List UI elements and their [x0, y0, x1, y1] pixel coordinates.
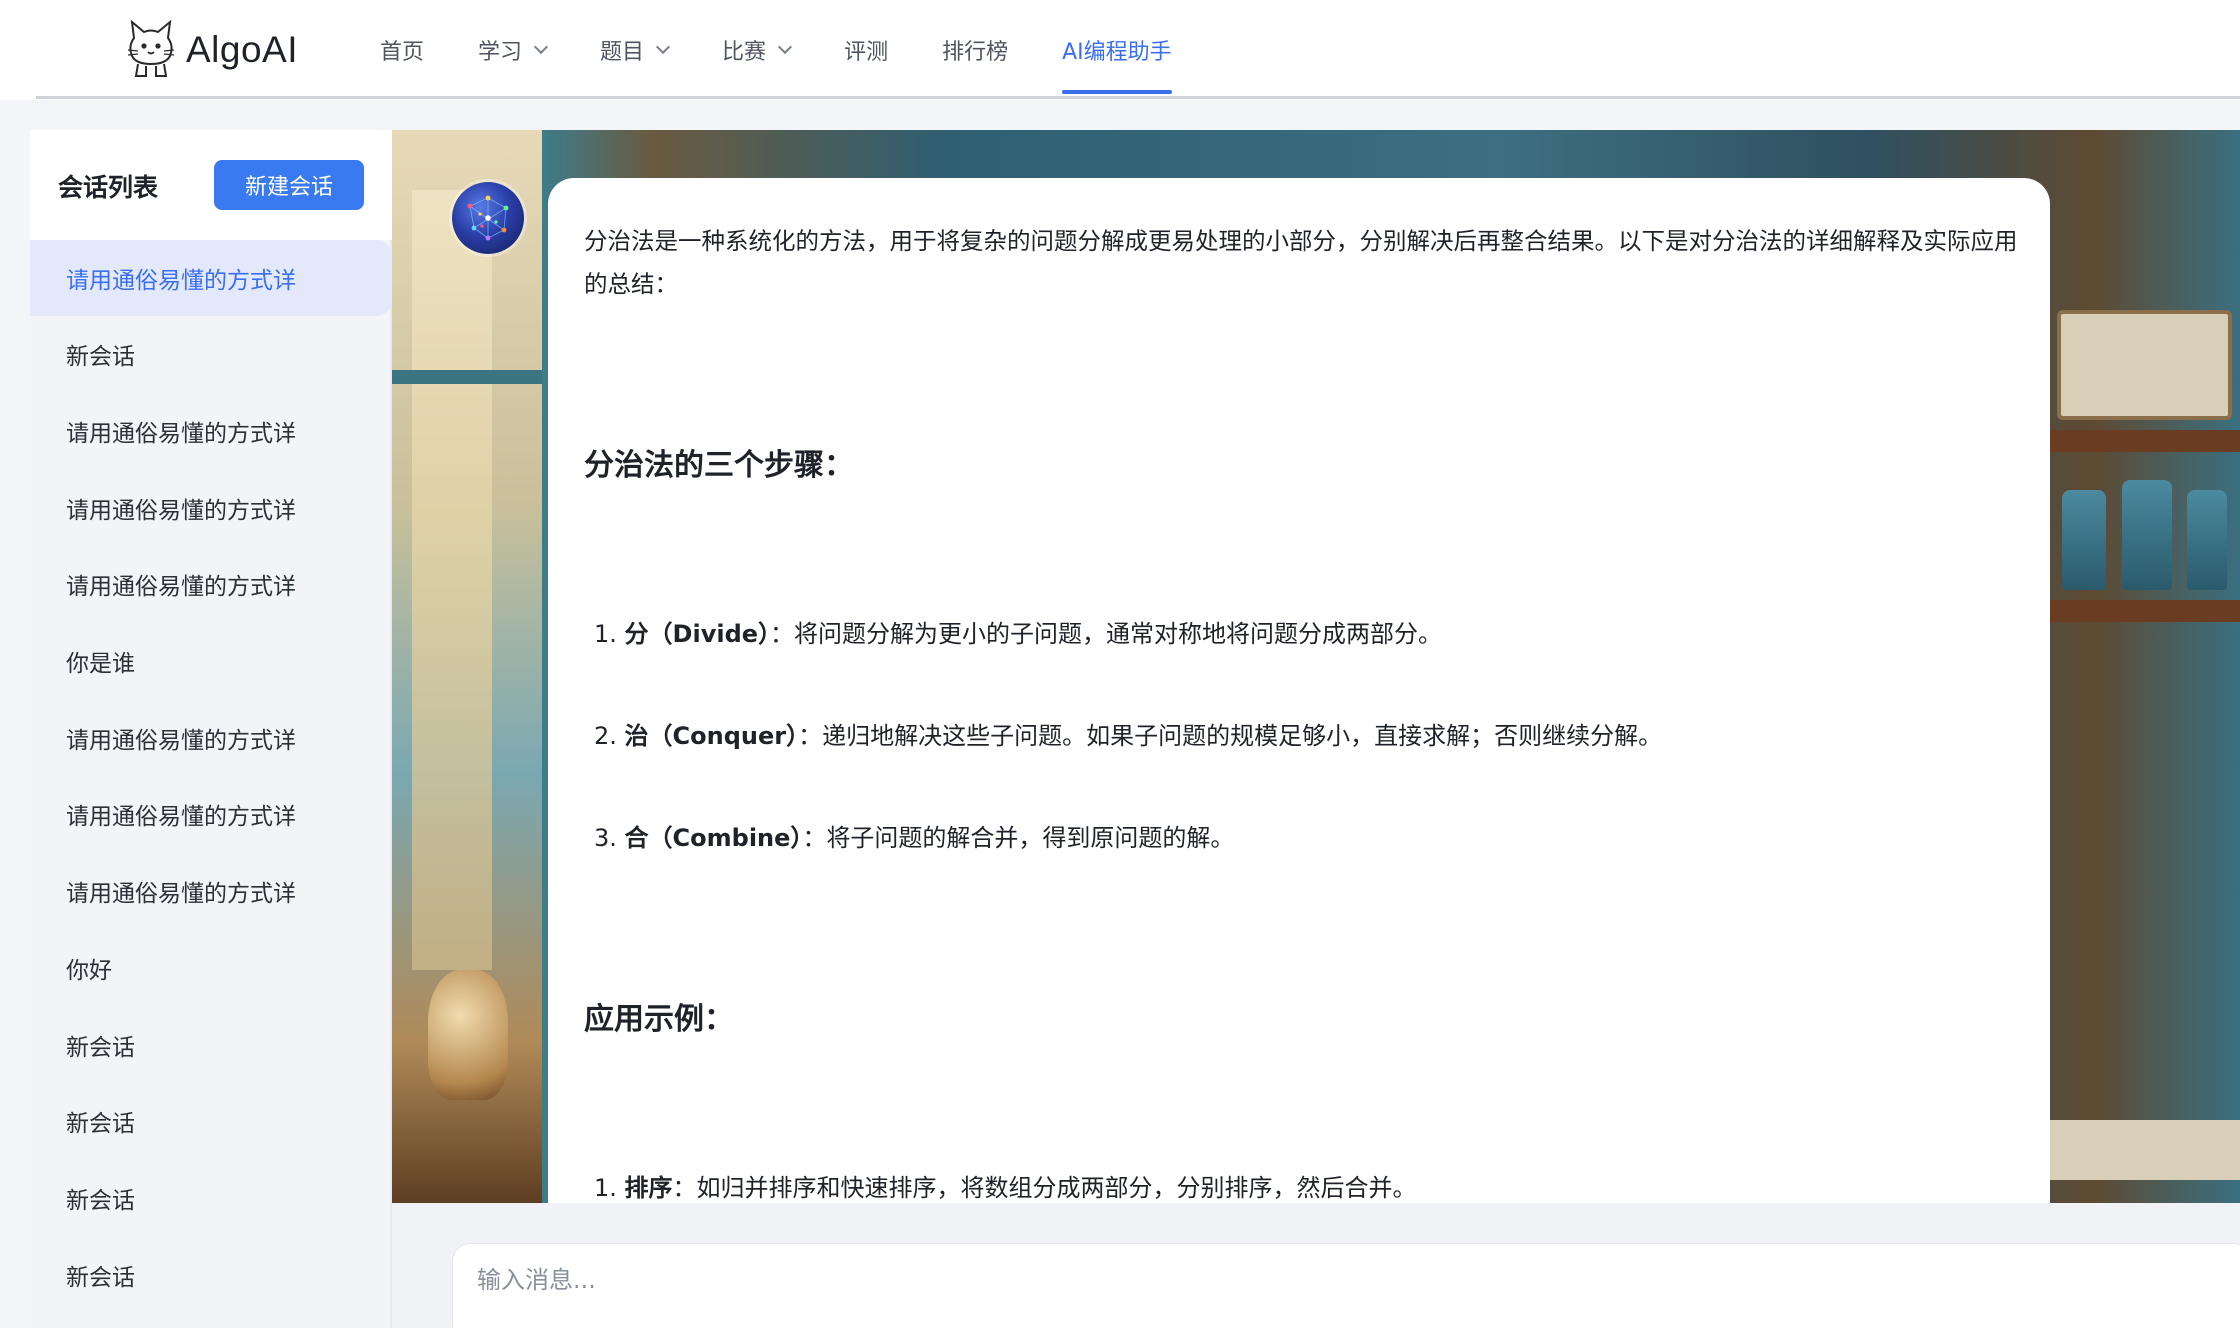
conversation-item[interactable]: 你好	[30, 930, 392, 1007]
nav-item-label: 题目	[600, 40, 645, 65]
nav-item-label: 学习	[478, 40, 523, 65]
nav-item-judge[interactable]: 评测	[844, 0, 888, 100]
section-heading: 应用示例：	[584, 1002, 734, 1037]
list-item: 1. 排序：如归并排序和快速排序，将数组分成两部分，分别排序，然后合并。	[594, 1168, 1417, 1203]
conversation-item[interactable]: 新会话	[30, 1083, 392, 1160]
list-number: 1.	[594, 620, 617, 648]
list-desc: ：递归地解决这些子问题。如果子问题的规模足够小，直接求解；否则继续分解。	[798, 722, 1663, 750]
navbar-divider	[36, 96, 2240, 99]
list-item: 2. 治（Conquer）：递归地解决这些子问题。如果子问题的规模足够小，直接求…	[594, 716, 1662, 751]
new-conversation-button[interactable]: 新建会话	[214, 160, 364, 210]
chevron-down-icon	[655, 39, 671, 55]
brand-name: AlgoAI	[186, 29, 299, 70]
background-window-frame	[392, 370, 542, 384]
list-term: 排序	[624, 1174, 673, 1202]
conversation-item-label: 请用通俗易懂的方式详	[66, 421, 296, 448]
chevron-down-icon	[777, 39, 793, 55]
background-jar	[2122, 480, 2172, 590]
sidebar-title: 会话列表	[58, 173, 159, 202]
list-desc: ：如归并排序和快速排序，将数组分成两部分，分别排序，然后合并。	[672, 1174, 1417, 1202]
background-jar	[2062, 490, 2106, 590]
list-number: 1.	[594, 1174, 617, 1202]
background-counter	[2050, 1120, 2240, 1180]
background-jar	[2187, 490, 2227, 590]
nav-item-label: AI编程助手	[1062, 40, 1172, 65]
list-item: 1. 分（Divide）：将问题分解为更小的子问题，通常对称地将问题分成两部分。	[594, 614, 1442, 649]
background-shelf	[2050, 600, 2240, 622]
conversation-item-label: 你好	[66, 957, 112, 984]
background-radio	[2057, 310, 2232, 420]
conversation-item-label: 新会话	[66, 1034, 135, 1061]
list-desc: ：将问题分解为更小的子问题，通常对称地将问题分成两部分。	[770, 620, 1443, 648]
conversation-item-label: 请用通俗易懂的方式详	[66, 268, 296, 294]
conversation-item[interactable]: 请用通俗易懂的方式详	[30, 393, 392, 470]
conversation-item[interactable]: 你是谁	[30, 623, 392, 700]
list-number: 2.	[594, 722, 617, 750]
nav-item-label: 排行榜	[942, 40, 1009, 65]
list-term: 分（Divide）	[624, 620, 771, 648]
nav-item-label: 评测	[844, 40, 889, 65]
nav-item-label: 比赛	[722, 40, 767, 65]
section-heading: 分治法的三个步骤：	[584, 448, 854, 483]
conversation-sidebar: 会话列表 新建会话 请用通俗易懂的方式详 新会话 请用通俗易懂的方式详 请用通俗易懂的…	[30, 130, 392, 1328]
sidebar-header: 会话列表 新建会话	[30, 130, 392, 240]
conversation-item-label: 请用通俗易懂的方式详	[66, 574, 296, 601]
conversation-item-label: 新会话	[66, 1264, 135, 1291]
nav-item-home[interactable]: 首页	[380, 0, 424, 100]
list-desc: ：将子问题的解合并，得到原问题的解。	[802, 824, 1235, 852]
cat-logo-icon	[124, 16, 178, 84]
nav-item-ai-assistant[interactable]: AI编程助手	[1062, 0, 1172, 100]
message-intro: 分治法是一种系统化的方法，用于将复杂的问题分解成更易处理的小部分，分别解决后再整…	[584, 227, 2018, 298]
conversation-list: 请用通俗易懂的方式详 新会话 请用通俗易懂的方式详 请用通俗易懂的方式详 请用通俗易懂的…	[30, 240, 392, 1313]
nav-item-leaderboard[interactable]: 排行榜	[942, 0, 1008, 100]
message-input[interactable]	[452, 1243, 2240, 1328]
conversation-item-label: 你是谁	[66, 651, 135, 678]
network-globe-icon	[467, 195, 509, 241]
conversation-item-label: 请用通俗易懂的方式详	[66, 881, 296, 908]
conversation-item-label: 请用通俗易懂的方式详	[66, 727, 296, 754]
conversation-item-label: 请用通俗易懂的方式详	[66, 804, 296, 831]
chat-area: 分治法是一种系统化的方法，用于将复杂的问题分解成更易处理的小部分，分别解决后再整…	[392, 130, 2240, 1203]
assistant-message: 分治法是一种系统化的方法，用于将复杂的问题分解成更易处理的小部分，分别解决后再整…	[548, 178, 2050, 1203]
background-shelf	[2050, 430, 2240, 452]
list-term: 治（Conquer）	[624, 722, 799, 750]
conversation-item[interactable]: 请用通俗易懂的方式详	[30, 240, 392, 316]
conversation-item-label: 新会话	[66, 1111, 135, 1138]
composer	[392, 1203, 2240, 1328]
list-number: 3.	[594, 824, 617, 852]
chevron-down-icon	[533, 39, 549, 55]
conversation-item[interactable]: 请用通俗易懂的方式详	[30, 699, 392, 776]
conversation-item[interactable]: 请用通俗易懂的方式详	[30, 776, 392, 853]
top-navbar: AlgoAI 首页 学习 题目 比赛 评测 排行榜 AI编程助手	[0, 0, 2240, 100]
conversation-item[interactable]: 请用通俗易懂的方式详	[30, 469, 392, 546]
nav-item-problems[interactable]: 题目	[600, 0, 671, 100]
nav-item-contests[interactable]: 比赛	[722, 0, 793, 100]
conversation-item[interactable]: 新会话	[30, 1236, 392, 1313]
list-item: 3. 合（Combine）：将子问题的解合并，得到原问题的解。	[594, 818, 1234, 853]
assistant-avatar	[452, 182, 524, 254]
conversation-item[interactable]: 新会话	[30, 1006, 392, 1083]
conversation-item-label: 新会话	[66, 344, 135, 371]
conversation-item[interactable]: 请用通俗易懂的方式详	[30, 853, 392, 930]
conversation-item[interactable]: 请用通俗易懂的方式详	[30, 546, 392, 623]
brand[interactable]: AlgoAI	[124, 16, 298, 84]
nav-item-label: 首页	[380, 40, 425, 65]
conversation-item-label: 请用通俗易懂的方式详	[66, 497, 296, 524]
nav-item-learn[interactable]: 学习	[478, 0, 549, 100]
main-nav: 首页 学习 题目 比赛 评测 排行榜 AI编程助手	[380, 0, 1226, 100]
conversation-item-label: 新会话	[66, 1187, 135, 1214]
background-curtain	[412, 190, 492, 970]
conversation-item[interactable]: 新会话	[30, 316, 392, 393]
background-lamp	[428, 970, 508, 1100]
list-term: 合（Combine）	[624, 824, 803, 852]
conversation-item[interactable]: 新会话	[30, 1160, 392, 1237]
